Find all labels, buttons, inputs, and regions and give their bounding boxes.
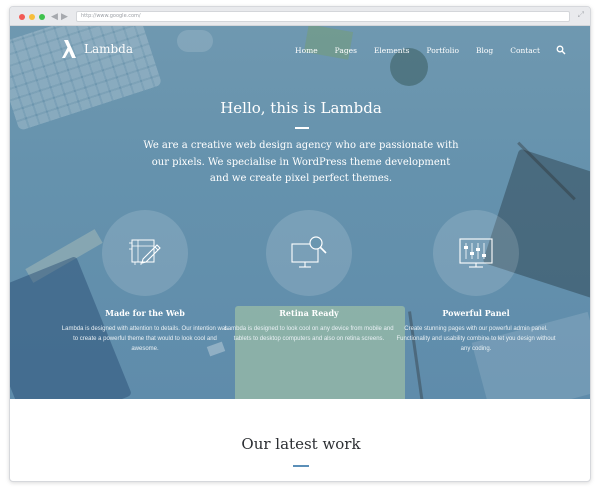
feature-icon-circle bbox=[102, 210, 188, 296]
nav-item-contact[interactable]: Contact bbox=[510, 46, 540, 55]
fullscreen-icon[interactable]: ⤢ bbox=[578, 10, 584, 20]
feature-icon-circle bbox=[433, 210, 519, 296]
mouse-decoration bbox=[177, 30, 213, 52]
nav-item-pages[interactable]: Pages bbox=[335, 46, 357, 55]
browser-window: ◀ ▶ http://www.google.com/ ⤢ Lambda Home… bbox=[9, 6, 591, 482]
design-pencil-icon bbox=[129, 239, 161, 265]
hero-description: We are a creative web design agency who … bbox=[143, 140, 459, 184]
control-panel-icon bbox=[459, 238, 493, 268]
close-window-button[interactable] bbox=[19, 14, 25, 20]
nav-item-blog[interactable]: Blog bbox=[476, 46, 493, 55]
feature-icon-circle bbox=[266, 210, 352, 296]
feature-retina-ready: Retina Ready Lambda is designed to look … bbox=[224, 210, 394, 344]
address-bar[interactable]: http://www.google.com/ bbox=[76, 11, 570, 22]
lambda-logo-icon bbox=[62, 40, 76, 58]
hero-title: Hello, this is Lambda bbox=[220, 99, 382, 117]
feature-text: Create stunning pages with our powerful … bbox=[396, 326, 556, 352]
feature-text: Lambda is designed with attention to det… bbox=[61, 326, 229, 352]
hero-divider bbox=[295, 127, 309, 129]
logo-text: Lambda bbox=[84, 42, 134, 56]
feature-made-for-web: Made for the Web Lambda is designed with… bbox=[60, 210, 230, 354]
latest-work-title: Our latest work bbox=[241, 435, 361, 453]
search-icon[interactable] bbox=[556, 45, 566, 55]
maximize-window-button[interactable] bbox=[39, 14, 45, 20]
latest-work-divider bbox=[293, 465, 309, 467]
minimize-window-button[interactable] bbox=[29, 14, 35, 20]
feature-title: Made for the Web bbox=[105, 308, 185, 318]
forward-arrow-icon[interactable]: ▶ bbox=[61, 11, 68, 21]
feature-title: Powerful Panel bbox=[442, 308, 510, 318]
main-nav: Home Pages Elements Portfolio Blog Conta… bbox=[278, 45, 566, 55]
feature-text: Lambda is designed to look cool on any d… bbox=[224, 326, 394, 342]
hero-section: Lambda Home Pages Elements Portfolio Blo… bbox=[10, 26, 590, 399]
nav-item-home[interactable]: Home bbox=[295, 46, 318, 55]
feature-title: Retina Ready bbox=[279, 308, 339, 318]
nav-item-elements[interactable]: Elements bbox=[374, 46, 410, 55]
feature-powerful-panel: Powerful Panel Create stunning pages wit… bbox=[391, 210, 561, 354]
back-arrow-icon[interactable]: ◀ bbox=[51, 11, 58, 21]
monitor-magnifier-icon bbox=[291, 236, 327, 268]
nav-item-portfolio[interactable]: Portfolio bbox=[427, 46, 459, 55]
site-logo[interactable]: Lambda bbox=[62, 38, 133, 60]
browser-toolbar: ◀ ▶ http://www.google.com/ ⤢ bbox=[10, 7, 590, 26]
